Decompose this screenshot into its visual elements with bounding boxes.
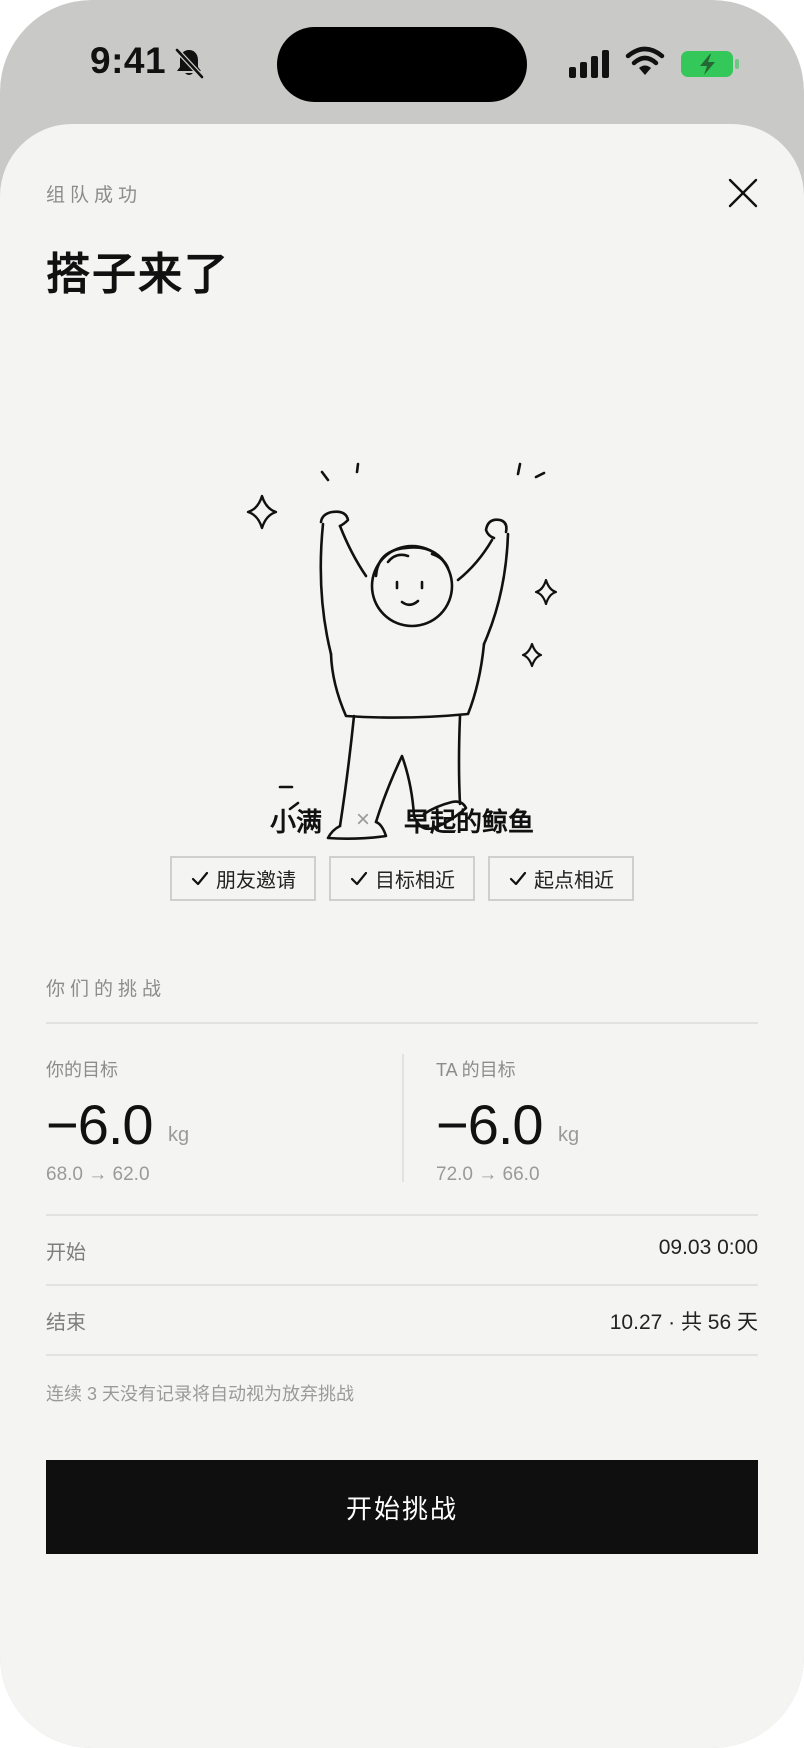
battery-charging-icon [681, 51, 739, 77]
check-icon [509, 871, 527, 885]
goals-divider [402, 1054, 404, 1182]
end-value: 10.27 · 共 56 天 [609, 1311, 758, 1334]
tag-similar-goal: 目标相近 [329, 856, 475, 901]
my-goal-range: 68.0 → 62.0 [46, 1164, 150, 1185]
check-icon [350, 871, 368, 885]
cellular-signal-icon [569, 50, 609, 78]
start-value: 09.03 0:00 [658, 1236, 758, 1259]
buddy-goal-range: 72.0 → 66.0 [436, 1164, 540, 1185]
match-reason-tags: 朋友邀请 目标相近 起点相近 [0, 856, 804, 902]
dynamic-island [277, 27, 527, 102]
wifi-icon [625, 46, 665, 75]
tag-label: 起点相近 [534, 870, 614, 892]
abandon-rule-note: 连续 3 天没有记录将自动视为放弃挑战 [46, 1384, 355, 1404]
my-goal-value: −6.0 [46, 1093, 154, 1156]
my-goal: 你的目标 −6.0 kg 68.0 → 62.0 [46, 1054, 366, 1190]
close-icon[interactable] [722, 172, 762, 212]
end-row: 结束 10.27 · 共 56 天 [46, 1284, 758, 1354]
start-row: 开始 09.03 0:00 [46, 1214, 758, 1284]
my-goal-label: 你的目标 [46, 1060, 118, 1080]
divider [46, 1022, 758, 1024]
buddy-goal-unit: kg [558, 1124, 580, 1146]
team-pair: 小满 × 早起的鲸鱼 [0, 796, 804, 844]
page-title: 搭子来了 [46, 250, 230, 299]
device-frame: 9:41 组队成功 搭子来了 小满 × 早起的鲸鱼 朋友邀请 目标相近 起点相近… [0, 0, 804, 1748]
goals-panel: 你的目标 −6.0 kg 68.0 → 62.0 TA 的目标 −6.0 kg … [46, 1054, 758, 1190]
partner-name-self: 小满 [269, 806, 322, 837]
buddy-goal: TA 的目标 −6.0 kg 72.0 → 66.0 [436, 1054, 756, 1190]
check-icon [191, 871, 209, 885]
status-time: 9:41 [90, 40, 167, 81]
bell-slash-icon [175, 48, 204, 79]
my-goal-unit: kg [168, 1124, 190, 1146]
sheet-kicker: 组队成功 [46, 185, 143, 206]
pair-separator: × [355, 806, 370, 833]
end-label: 结束 [46, 1312, 86, 1334]
tag-friend-invite: 朋友邀请 [170, 856, 316, 901]
partner-name-buddy: 早起的鲸鱼 [404, 806, 535, 837]
tag-label: 朋友邀请 [216, 870, 296, 892]
challenge-section-label: 你们的挑战 [46, 979, 167, 1000]
tag-similar-start: 起点相近 [488, 856, 634, 901]
buddy-goal-label: TA 的目标 [436, 1060, 516, 1080]
status-bar: 9:41 [0, 0, 804, 120]
team-success-sheet: 组队成功 搭子来了 小满 × 早起的鲸鱼 朋友邀请 目标相近 起点相近 你们的挑… [0, 124, 804, 1748]
start-label: 开始 [46, 1242, 86, 1264]
start-challenge-button[interactable]: 开始挑战 [46, 1460, 758, 1554]
divider [46, 1354, 758, 1356]
buddy-goal-value: −6.0 [436, 1093, 544, 1156]
tag-label: 目标相近 [375, 870, 455, 892]
cheering-person-illustration [246, 462, 558, 840]
